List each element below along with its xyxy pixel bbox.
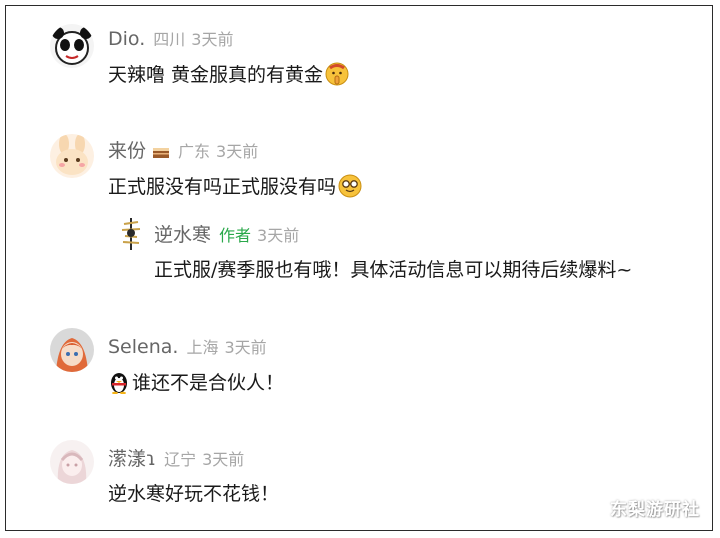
comment-text: 天辣噜 黄金服真的有黄金 xyxy=(108,62,349,92)
avatar[interactable] xyxy=(50,134,94,178)
username[interactable]: 潆漾ɿ xyxy=(108,448,156,470)
avatar[interactable] xyxy=(116,216,146,252)
comment-panel: Dio. 四川 3天前 天辣噜 黄金服真的有黄金 来份 广东 3天前 正式服没有… xyxy=(5,5,713,531)
comment-meta: Dio. 四川 3天前 xyxy=(108,28,233,51)
comment-meta: 来份 广东 3天前 xyxy=(108,140,258,165)
timestamp: 3天前 xyxy=(257,226,300,245)
location: 广东 xyxy=(178,142,211,161)
cake-icon xyxy=(152,143,170,165)
avatar[interactable] xyxy=(50,440,94,484)
shush-face-emoji xyxy=(325,62,349,92)
reply-text: 正式服/赛季服也有哦！具体活动信息可以期待后续爆料~ xyxy=(154,259,633,281)
comment-body: 天辣噜 黄金服真的有黄金 xyxy=(108,64,324,86)
comment-text: 谁还不是合伙人！ xyxy=(108,370,284,400)
comment-body: 正式服没有吗正式服没有吗 xyxy=(108,176,337,198)
location: 四川 xyxy=(153,30,186,49)
timestamp: 3天前 xyxy=(191,30,234,49)
comment-meta: 潆漾ɿ 辽宁 3天前 xyxy=(108,448,244,471)
author-badge: 作者 xyxy=(219,226,252,245)
avatar[interactable] xyxy=(50,328,94,372)
username[interactable]: 逆水寒 xyxy=(154,224,211,246)
avatar[interactable] xyxy=(50,24,94,68)
timestamp: 3天前 xyxy=(224,338,267,357)
comment-body: 谁还不是合伙人！ xyxy=(132,372,285,394)
username[interactable]: Dio. xyxy=(108,28,145,50)
username[interactable]: 来份 xyxy=(108,140,146,162)
penguin-emoji xyxy=(108,370,130,400)
timestamp: 3天前 xyxy=(216,142,259,161)
nerd-face-emoji xyxy=(338,174,362,204)
comment-meta: Selena. 上海 3天前 xyxy=(108,336,267,359)
timestamp: 3天前 xyxy=(202,450,245,469)
comment-text: 逆水寒好玩不花钱！ xyxy=(108,483,280,505)
reply-meta: 逆水寒 作者 3天前 xyxy=(154,224,299,247)
watermark: 东梨游研社 xyxy=(610,500,700,520)
location: 辽宁 xyxy=(164,450,197,469)
username[interactable]: Selena. xyxy=(108,336,178,358)
comment-text: 正式服没有吗正式服没有吗 xyxy=(108,174,362,204)
location: 上海 xyxy=(186,338,219,357)
